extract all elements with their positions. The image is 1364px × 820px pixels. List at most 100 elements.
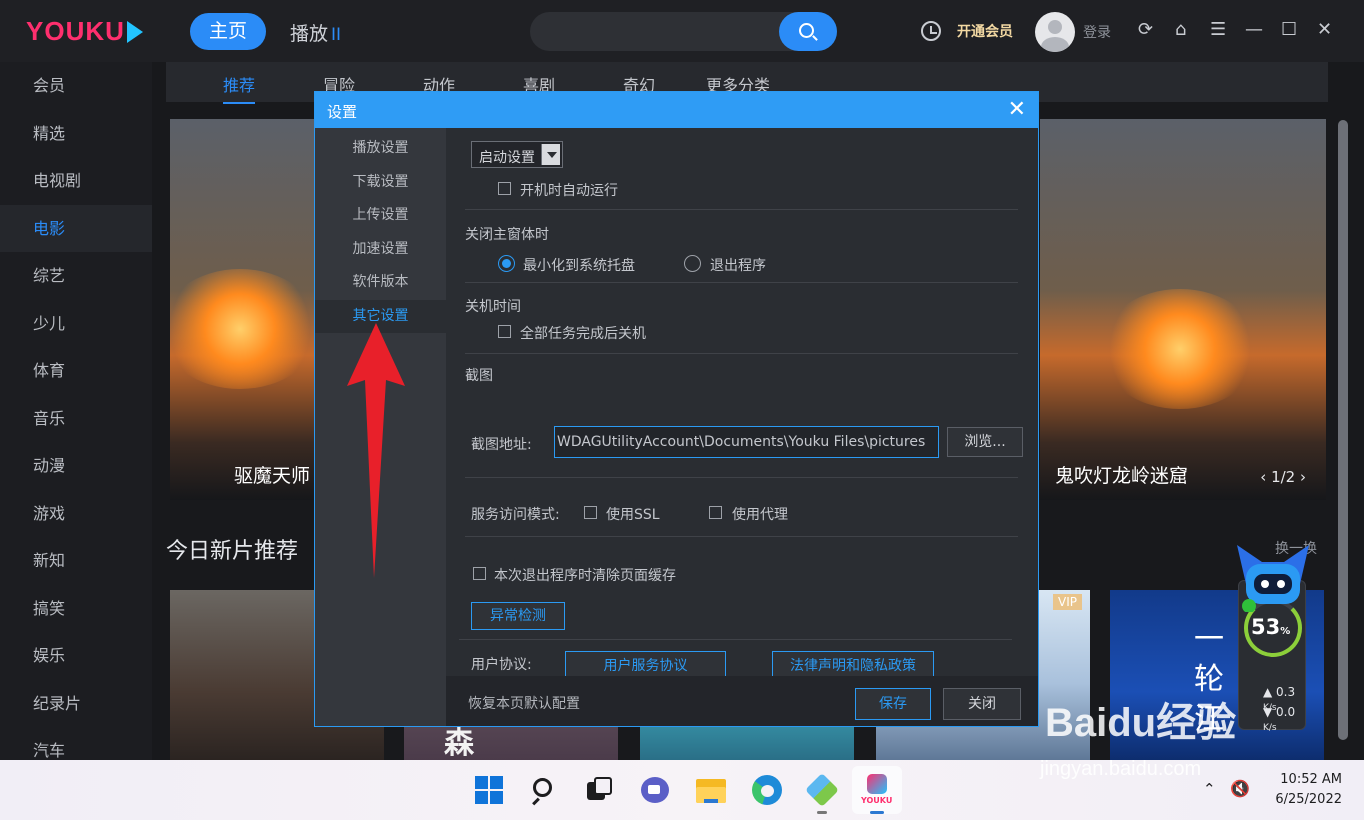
sidebar-item-sports[interactable]: 体育 xyxy=(0,347,152,395)
search-button[interactable] xyxy=(779,12,837,51)
user-agreement-label: 用户协议: xyxy=(471,657,532,673)
edge-browser-icon[interactable] xyxy=(750,773,784,807)
play-bars-icon: II xyxy=(331,25,342,45)
windows-start-icon[interactable] xyxy=(472,773,506,807)
banner-left[interactable]: 驱魔天师 xyxy=(170,119,320,500)
screenshot-title: 截图 xyxy=(465,368,493,384)
minimize-to-tray-radio[interactable] xyxy=(498,255,515,272)
browse-button[interactable]: 浏览... xyxy=(947,427,1023,457)
settings-nav-version[interactable]: 软件版本 xyxy=(315,266,446,300)
download-speed: ▼ 0.0 K/s xyxy=(1263,705,1296,733)
banner-right[interactable]: 鬼吹灯龙岭迷窟 ‹ 1/2 › xyxy=(1040,119,1326,500)
restore-default-link[interactable]: 恢复本页默认配置 xyxy=(468,693,580,713)
banner-right-title: 鬼吹灯龙岭迷窟 xyxy=(1055,465,1189,487)
clock-date: 6/25/2022 xyxy=(1275,792,1342,807)
login-link[interactable]: 登录 xyxy=(1083,22,1111,42)
close-button[interactable]: 关闭 xyxy=(943,688,1021,720)
exit-program-label: 退出程序 xyxy=(710,258,766,274)
dialog-footer: 恢复本页默认配置 保存 关闭 xyxy=(446,676,1038,726)
sidebar-item-entertainment[interactable]: 娱乐 xyxy=(0,632,152,680)
dialog-title: 设置 xyxy=(327,103,358,121)
autostart-label: 开机时自动运行 xyxy=(520,183,618,199)
settings-nav-download[interactable]: 下载设置 xyxy=(315,166,446,200)
settings-body: 启动设置 开机时自动运行 关闭主窗体时 最小化到系统托盘 退出程序 关机时间 全… xyxy=(446,128,1038,726)
settings-nav: 播放设置 下载设置 上传设置 加速设置 软件版本 其它设置 xyxy=(315,128,446,726)
sidebar-item-knowledge[interactable]: 新知 xyxy=(0,537,152,585)
dialog-title-bar[interactable]: 设置 ✕ xyxy=(315,92,1038,128)
dropdown-arrow-icon xyxy=(541,144,560,165)
sidebar-item-movies[interactable]: 电影 xyxy=(0,204,152,252)
youku-taskbar-icon[interactable]: YOUKU xyxy=(852,766,902,814)
system-clock[interactable]: 10:52 AM 6/25/2022 xyxy=(1272,770,1342,810)
sidebar-item-featured[interactable]: 精选 xyxy=(0,110,152,158)
exception-check-button[interactable]: 异常检测 xyxy=(471,602,565,630)
screenshot-path-label: 截图地址: xyxy=(471,437,532,453)
use-proxy-label: 使用代理 xyxy=(732,507,788,523)
search-taskbar-icon[interactable] xyxy=(528,773,562,807)
avatar[interactable] xyxy=(1035,12,1075,52)
sidebar-item-games[interactable]: 游戏 xyxy=(0,490,152,538)
close-main-title: 关闭主窗体时 xyxy=(465,227,549,243)
youku-app-window: YOUKU 主页 播放 II 开通会员 登录 ⟳ ⌂ ☰ — ☐ ✕ 会员 精选 … xyxy=(0,0,1364,760)
watermark-url: jingyan.baidu.com xyxy=(1040,758,1202,780)
taskbar: jingyan.baidu.com xyxy=(0,758,1364,820)
exit-program-radio[interactable] xyxy=(684,255,701,272)
use-ssl-checkbox[interactable] xyxy=(584,506,597,519)
banner-pager[interactable]: ‹ 1/2 › xyxy=(1260,468,1306,486)
sidebar-item-documentary[interactable]: 纪录片 xyxy=(0,680,152,728)
sidebar-item-kids[interactable]: 少儿 xyxy=(0,300,152,348)
top-bar: YOUKU 主页 播放 II 开通会员 登录 ⟳ ⌂ ☰ — ☐ ✕ xyxy=(0,0,1364,62)
banner-left-title: 驱魔天师 xyxy=(234,465,311,487)
sidebar-item-auto[interactable]: 汽车 xyxy=(0,727,152,760)
minimize-icon[interactable]: — xyxy=(1245,20,1263,40)
dialog-close-icon[interactable]: ✕ xyxy=(1008,97,1026,122)
shutdown-after-tasks-checkbox[interactable] xyxy=(498,325,511,338)
task-view-icon[interactable] xyxy=(582,773,616,807)
settings-nav-other[interactable]: 其它设置 xyxy=(315,299,446,333)
sidebar-item-vip[interactable]: 会员 xyxy=(0,62,152,110)
youku-logo[interactable]: YOUKU xyxy=(26,16,143,47)
history-icon[interactable] xyxy=(921,21,941,41)
menu-icon[interactable]: ☰ xyxy=(1210,20,1226,40)
open-vip-link[interactable]: 开通会员 xyxy=(957,21,1013,41)
section-title: 今日新片推荐 xyxy=(166,539,299,564)
minimize-to-tray-label: 最小化到系统托盘 xyxy=(523,258,635,274)
nav-play-button[interactable]: 播放 II xyxy=(290,19,341,46)
service-mode-label: 服务访问模式: xyxy=(471,507,560,523)
use-ssl-label: 使用SSL xyxy=(606,507,660,523)
autostart-checkbox[interactable] xyxy=(498,182,511,195)
settings-nav-acceleration[interactable]: 加速设置 xyxy=(315,233,446,267)
startup-settings-select[interactable]: 启动设置 xyxy=(471,141,563,168)
sidebar-item-tv[interactable]: 电视剧 xyxy=(0,157,152,205)
volume-muted-icon[interactable]: 🔇 xyxy=(1230,779,1250,798)
settings-dialog: 设置 ✕ 播放设置 下载设置 上传设置 加速设置 软件版本 其它设置 启动设置 … xyxy=(314,91,1039,727)
use-proxy-checkbox[interactable] xyxy=(709,506,722,519)
clock-time: 10:52 AM xyxy=(1280,772,1342,787)
tray-chevron-icon[interactable]: ⌃ xyxy=(1203,780,1216,798)
sidebar-item-variety[interactable]: 综艺 xyxy=(0,252,152,300)
shutdown-title: 关机时间 xyxy=(465,299,521,315)
refresh-icon[interactable]: ⟳ xyxy=(1138,20,1153,40)
screenshot-path-input[interactable]: WDAGUtilityAccount\Documents\Youku Files… xyxy=(554,426,939,458)
scrollbar-thumb[interactable] xyxy=(1338,120,1348,740)
clear-cache-checkbox[interactable] xyxy=(473,567,486,580)
close-window-icon[interactable]: ✕ xyxy=(1317,20,1332,40)
sidebar-item-anime[interactable]: 动漫 xyxy=(0,442,152,490)
clear-cache-label: 本次退出程序时清除页面缓存 xyxy=(494,568,676,584)
search-input[interactable] xyxy=(530,12,837,51)
tab-recommend[interactable]: 推荐 xyxy=(223,72,256,104)
gauge-percent: 53% xyxy=(1251,615,1291,639)
file-explorer-icon[interactable] xyxy=(694,773,728,807)
skin-icon[interactable]: ⌂ xyxy=(1175,20,1186,40)
teams-chat-icon[interactable] xyxy=(638,773,672,807)
watermark-brand: Baidu经验 xyxy=(1045,701,1237,745)
settings-nav-upload[interactable]: 上传设置 xyxy=(315,199,446,233)
settings-nav-playback[interactable]: 播放设置 xyxy=(315,132,446,166)
sidebar-item-music[interactable]: 音乐 xyxy=(0,395,152,443)
maximize-icon[interactable]: ☐ xyxy=(1281,20,1297,40)
nav-home-button[interactable]: 主页 xyxy=(190,13,266,50)
save-button[interactable]: 保存 xyxy=(855,688,931,720)
store-app-icon[interactable] xyxy=(805,773,839,814)
shutdown-after-tasks-label: 全部任务完成后关机 xyxy=(520,326,646,342)
sidebar-item-comedy[interactable]: 搞笑 xyxy=(0,585,152,633)
